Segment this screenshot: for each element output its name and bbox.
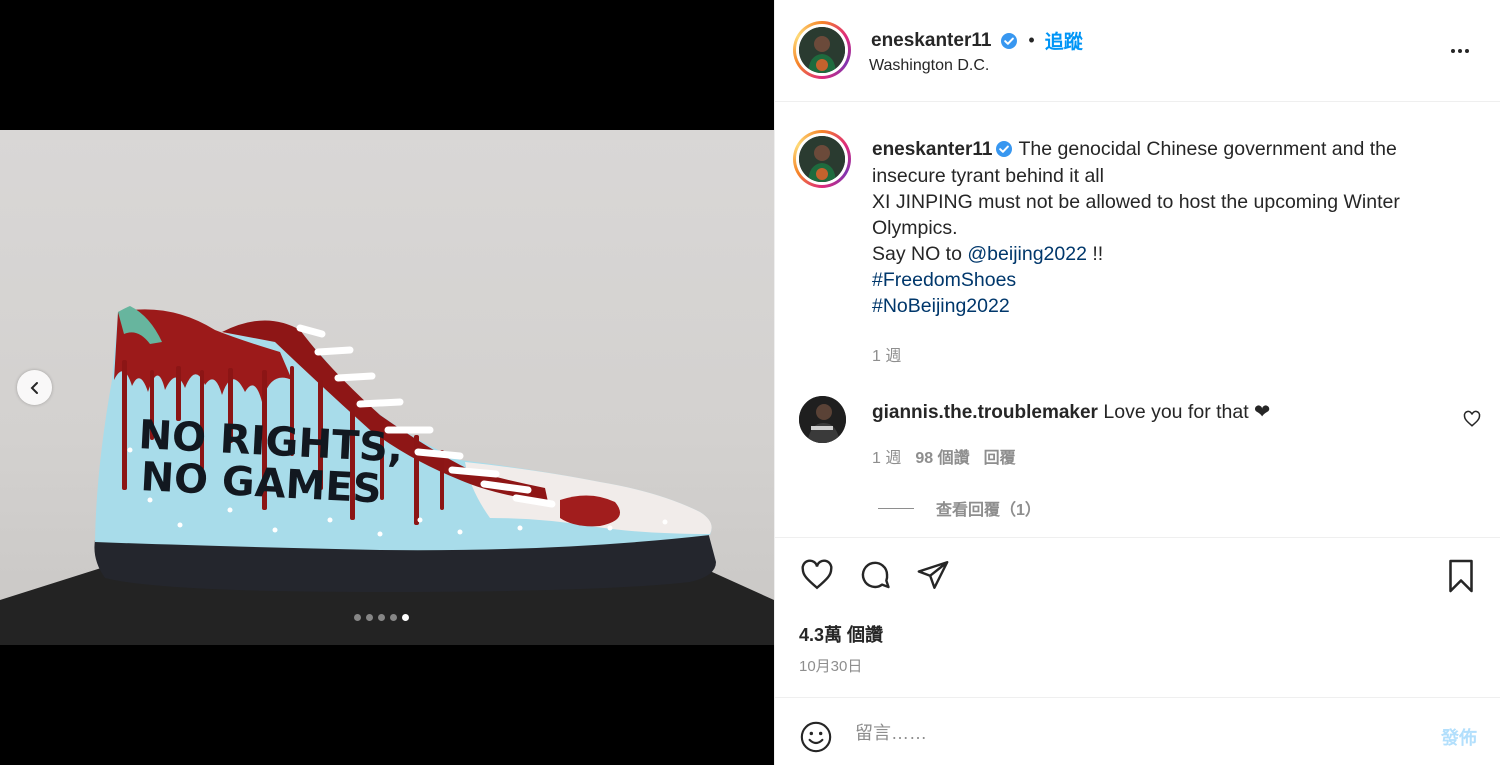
post-actions: 4.3萬 個讚 10月30日 — [775, 537, 1500, 697]
comment-age[interactable]: 1 週 — [872, 444, 901, 468]
carousel-dot — [390, 614, 397, 621]
caption-line-3-prefix: Say NO to — [872, 243, 968, 265]
shoe-illustration: NO RIGHTS, NO GAMES — [0, 306, 774, 645]
author-username[interactable]: eneskanter11 — [871, 30, 991, 52]
carousel-dot — [354, 614, 361, 621]
post-media: NO RIGHTS, NO GAMES — [0, 0, 774, 765]
caption-age[interactable]: 1 週 — [872, 342, 901, 366]
verified-badge-icon — [1001, 32, 1018, 49]
heart-outline-icon — [801, 559, 833, 590]
carousel-dot — [378, 614, 385, 621]
more-options-button[interactable] — [1449, 40, 1471, 67]
more-options-icon — [1451, 49, 1469, 53]
view-replies-button[interactable]: 查看回覆（1） — [878, 496, 1041, 520]
carousel-dots — [354, 614, 409, 621]
post-date[interactable]: 10月30日 — [799, 655, 862, 676]
caption-line-2: XI JINPING must not be allowed to host t… — [872, 191, 1400, 239]
caption-username[interactable]: eneskanter11 — [872, 139, 992, 160]
paper-plane-icon — [917, 561, 949, 589]
avatar-photo — [799, 136, 845, 182]
save-button[interactable] — [1443, 558, 1479, 599]
verified-badge-icon — [996, 141, 1013, 157]
carousel-prev-button[interactable] — [17, 370, 52, 405]
post-photo: NO RIGHTS, NO GAMES — [0, 130, 774, 645]
comment-body: Love you for that ❤ — [1103, 401, 1271, 423]
emoji-smile-icon — [800, 721, 832, 753]
caption-text: eneskanter11 The genocidal Chinese gover… — [872, 136, 1452, 319]
post-header: eneskanter11 • 追蹤 Washington D.C. — [775, 0, 1500, 102]
follow-button[interactable]: 追蹤 — [1045, 27, 1083, 54]
view-replies-line — [878, 507, 914, 509]
comment-reply-button[interactable]: 回覆 — [984, 444, 1016, 468]
comment-input[interactable] — [855, 716, 1415, 750]
post-comment-button[interactable]: 發佈 — [1441, 724, 1477, 750]
comment-like-button[interactable] — [1463, 410, 1481, 433]
chevron-left-icon — [30, 381, 38, 394]
author-avatar[interactable] — [793, 21, 851, 79]
emoji-button[interactable] — [799, 720, 833, 759]
comment-bubble-icon — [861, 561, 890, 589]
carousel-dot — [366, 614, 373, 621]
like-button[interactable] — [799, 558, 835, 597]
post-panel: eneskanter11 • 追蹤 Washington D.C. eneska… — [774, 0, 1500, 765]
avatar-photo — [799, 396, 846, 443]
commenter-avatar[interactable] — [799, 396, 846, 443]
comment-composer: 發佈 — [775, 697, 1500, 765]
comment-likes[interactable]: 98 個讚 — [915, 444, 969, 468]
hashtag-link[interactable]: #NoBeijing2022 — [872, 295, 1010, 317]
hashtag-link[interactable]: #FreedomShoes — [872, 269, 1016, 291]
caption-line-3-suffix: !! — [1086, 243, 1104, 265]
commenter-username[interactable]: giannis.the.troublemaker — [872, 402, 1098, 423]
comment-text-row: giannis.the.troublemaker Love you for th… — [872, 400, 1270, 424]
post-location[interactable]: Washington D.C. — [869, 57, 989, 75]
view-replies-label: 查看回覆（1） — [936, 502, 1041, 519]
header-separator: • — [1028, 30, 1035, 50]
comment-meta: 1 週 98 個讚 回覆 — [872, 444, 1016, 468]
caption-author-avatar[interactable] — [793, 130, 851, 188]
heart-outline-icon — [1463, 410, 1481, 427]
comment-button[interactable] — [857, 558, 893, 597]
avatar-photo — [799, 27, 845, 73]
carousel-dot-active — [402, 614, 409, 621]
likes-count[interactable]: 4.3萬 個讚 — [799, 621, 883, 647]
bookmark-icon — [1449, 559, 1473, 593]
mention-link[interactable]: @beijing2022 — [967, 243, 1087, 265]
share-button[interactable] — [915, 558, 951, 597]
